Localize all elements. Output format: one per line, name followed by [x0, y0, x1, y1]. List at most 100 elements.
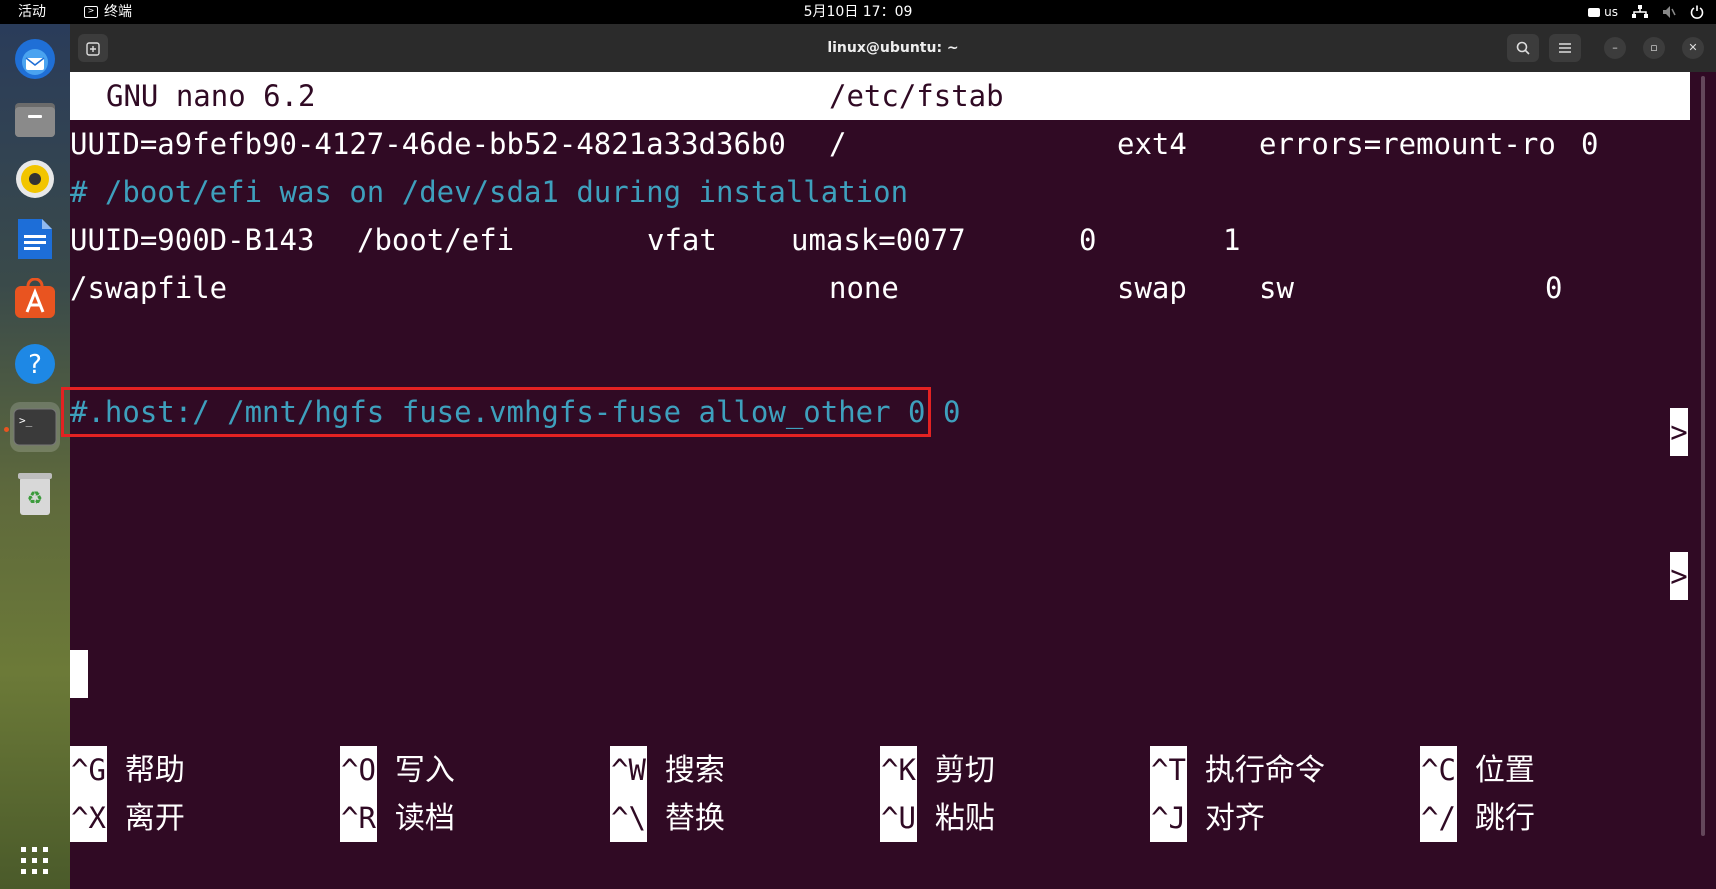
nano-header: GNU nano 6.2 /etc/fstab	[70, 72, 1690, 120]
shortcut-label: 粘贴	[934, 801, 995, 836]
shortcut-key: ^U	[880, 794, 917, 842]
dock-item-thunderbird[interactable]	[10, 34, 60, 84]
dock: ? >_ ♻	[0, 24, 70, 889]
scrollbar-thumb[interactable]	[1701, 76, 1705, 836]
line-overflow-marker: >	[1670, 408, 1688, 456]
shortcut-label: 对齐	[1204, 801, 1265, 836]
shortcut-key: ^R	[340, 794, 377, 842]
field-mountpoint: none	[829, 271, 899, 305]
highlight-box	[61, 387, 931, 437]
new-tab-button[interactable]	[78, 34, 108, 62]
rhythmbox-icon	[16, 160, 54, 198]
new-tab-icon	[86, 41, 100, 56]
shortcut-key: ^O	[340, 746, 377, 794]
system-tray[interactable]: us	[1588, 3, 1704, 21]
writer-icon	[18, 219, 52, 259]
nano-version: GNU nano 6.2	[106, 79, 316, 113]
show-apps-button[interactable]	[10, 836, 60, 886]
search-button[interactable]	[1507, 34, 1539, 62]
shortcut-label: 剪切	[934, 753, 995, 788]
dock-item-app-center[interactable]	[10, 274, 60, 324]
keyboard-icon	[1588, 7, 1601, 17]
shortcut-write-out[interactable]: ^O 写入	[340, 746, 455, 794]
shortcut-key: ^C	[1420, 746, 1457, 794]
thunderbird-icon	[15, 39, 55, 79]
shortcut-label: 替换	[664, 801, 725, 836]
shortcut-label: 位置	[1474, 753, 1535, 788]
nano-filename: /etc/fstab	[829, 79, 1004, 113]
help-icon: ?	[15, 344, 55, 384]
field-options: sw	[1259, 271, 1294, 305]
shortcut-label: 离开	[124, 801, 185, 836]
text-cursor	[70, 650, 88, 698]
dock-item-rhythmbox[interactable]	[10, 154, 60, 204]
top-bar: 活动 > 终端 5月10日 17：09 us	[0, 0, 1716, 24]
scrollbar[interactable]	[1696, 72, 1710, 889]
shortcut-key: ^X	[70, 794, 107, 842]
field-fstype: swap	[1117, 271, 1187, 305]
field-uuid: UUID=900D-B143	[70, 223, 315, 257]
shortcut-key: ^/	[1420, 794, 1457, 842]
show-apps-icon	[21, 847, 48, 874]
search-icon	[1516, 41, 1530, 55]
field-options: errors=remount-ro	[1259, 127, 1556, 161]
power-icon	[1690, 5, 1704, 19]
minimize-icon: –	[1612, 41, 1618, 54]
shortcut-paste[interactable]: ^U 粘贴	[880, 794, 995, 842]
shortcut-key: ^T	[1150, 746, 1187, 794]
shortcut-replace[interactable]: ^\ 替换	[610, 794, 725, 842]
keyboard-layout[interactable]: us	[1588, 3, 1618, 21]
dock-item-trash[interactable]: ♻	[10, 469, 60, 519]
maximize-icon: ▫	[1650, 41, 1658, 54]
shortcut-read-file[interactable]: ^R 读档	[340, 794, 455, 842]
shortcut-key: ^J	[1150, 794, 1187, 842]
terminal-window: linux@ubuntu: ~ – ▫ ✕ GNU nano 6.2 /etc/…	[61, 24, 1716, 889]
field-fstype: ext4	[1117, 127, 1187, 161]
fstab-line-swapfile: /swapfile none swap sw 0 >	[70, 264, 1690, 600]
dock-item-terminal[interactable]: >_	[10, 402, 60, 452]
close-button[interactable]: ✕	[1682, 37, 1704, 59]
line-overflow-marker: >	[1670, 552, 1688, 600]
shortcut-help[interactable]: ^G 帮助	[70, 746, 185, 794]
shortcut-key: ^G	[70, 746, 107, 794]
field-device: /swapfile	[70, 271, 228, 305]
shortcut-label: 搜索	[664, 753, 725, 788]
maximize-button[interactable]: ▫	[1643, 37, 1665, 59]
dock-item-help[interactable]: ?	[10, 339, 60, 389]
app-center-icon	[15, 278, 55, 318]
field-uuid: UUID=a9fefb90-4127-46de-bb52-4821a33d36b…	[70, 127, 786, 161]
field-dump: 0	[1581, 127, 1599, 161]
svg-text:>_: >_	[19, 414, 33, 427]
volume-muted-icon	[1663, 6, 1676, 18]
shortcut-search[interactable]: ^W 搜索	[610, 746, 725, 794]
shortcut-label: 执行命令	[1204, 753, 1325, 788]
dock-item-files[interactable]	[10, 94, 60, 144]
running-indicator	[4, 427, 9, 432]
terminal-content[interactable]: GNU nano 6.2 /etc/fstab UUID=a9fefb90-41…	[61, 72, 1716, 889]
shortcut-label: 读档	[394, 801, 455, 836]
shortcut-cut[interactable]: ^K 剪切	[880, 746, 995, 794]
menu-button[interactable]	[1549, 34, 1581, 62]
minimize-button[interactable]: –	[1604, 37, 1626, 59]
shortcut-location[interactable]: ^C 位置	[1420, 746, 1535, 794]
shortcut-go-to-line[interactable]: ^/ 跳行	[1420, 794, 1535, 842]
keyboard-layout-label: us	[1604, 5, 1618, 19]
close-icon: ✕	[1688, 41, 1698, 54]
shortcut-justify[interactable]: ^J 对齐	[1150, 794, 1265, 842]
dock-item-writer[interactable]	[10, 214, 60, 264]
shortcut-execute[interactable]: ^T 执行命令	[1150, 746, 1325, 794]
field-mountpoint: /	[829, 127, 847, 161]
field-pass: 1	[1223, 223, 1241, 257]
shortcut-key: ^\	[610, 794, 647, 842]
terminal-icon: >_	[13, 408, 57, 446]
field-dump: 0	[1545, 271, 1563, 305]
clock[interactable]: 5月10日 17：09	[0, 3, 1716, 21]
network-icon	[1632, 5, 1648, 18]
shortcut-label: 跳行	[1474, 801, 1535, 836]
fstab-comment-line: # /boot/efi was on /dev/sda1 during inst…	[70, 175, 909, 209]
shortcut-exit[interactable]: ^X 离开	[70, 794, 185, 842]
shortcut-key: ^K	[880, 746, 917, 794]
fstab-line-boot-efi: UUID=900D-B143 /boot/efi vfat umask=0077…	[70, 216, 1690, 264]
svg-text:?: ?	[28, 350, 42, 380]
window-title: linux@ubuntu: ~	[827, 40, 959, 56]
